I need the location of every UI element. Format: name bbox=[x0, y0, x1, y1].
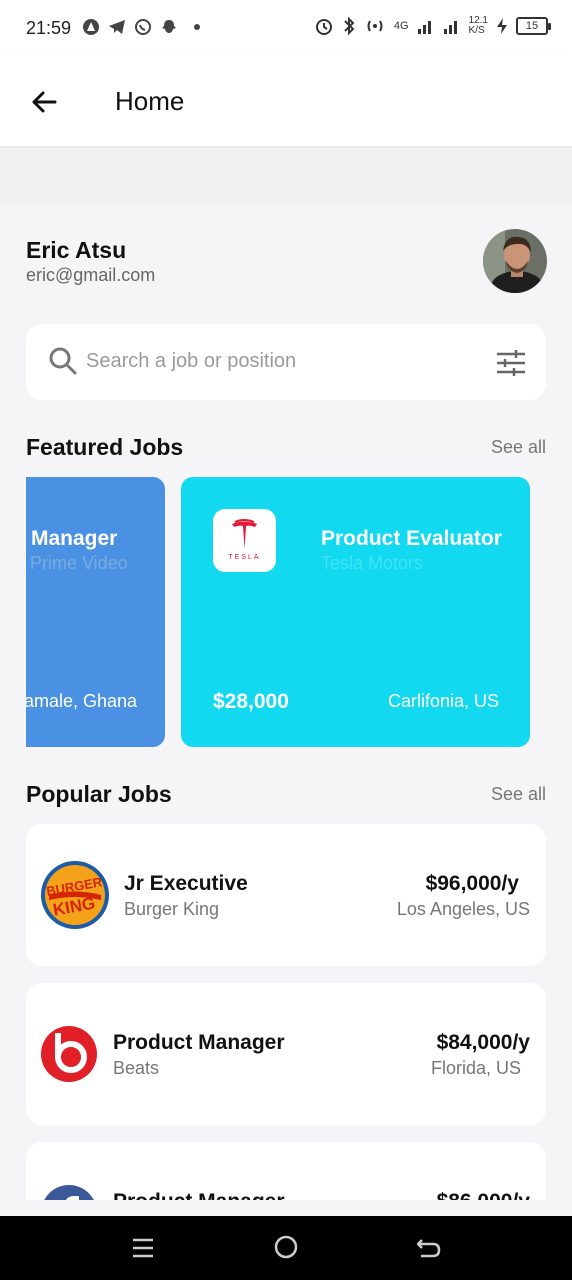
popular-see-all-link[interactable]: See all bbox=[491, 784, 546, 805]
network-speed: 12.1 K/S bbox=[469, 16, 488, 36]
hotspot-icon bbox=[367, 20, 383, 32]
whatsapp-icon bbox=[135, 19, 151, 35]
popular-job-title: Product Manager bbox=[113, 1031, 285, 1054]
facebook-logo bbox=[44, 1185, 94, 1200]
popular-job-card[interactable]: Product Manager $86,000/y bbox=[26, 1142, 546, 1200]
featured-job-card[interactable]: Manager Prime Video amale, Ghana bbox=[26, 477, 165, 747]
network-speed-unit: K/S bbox=[468, 25, 485, 36]
tesla-logo: TESLA bbox=[213, 509, 276, 572]
user-email: eric@gmail.com bbox=[26, 265, 156, 285]
app-notification-icon bbox=[83, 19, 99, 35]
featured-jobs-title: Featured Jobs bbox=[26, 434, 184, 460]
beats-logo bbox=[41, 1026, 97, 1082]
popular-job-company: Beats bbox=[113, 1058, 160, 1078]
system-icons: 4G 12.1 K/S 15 bbox=[314, 16, 551, 36]
recent-apps-icon[interactable] bbox=[132, 1236, 154, 1260]
featured-job-company: Tesla Motors bbox=[321, 553, 424, 573]
back-arrow-icon[interactable] bbox=[28, 86, 60, 118]
back-icon[interactable] bbox=[417, 1236, 441, 1260]
home-icon[interactable] bbox=[274, 1235, 298, 1259]
header-band bbox=[0, 148, 572, 204]
popular-job-location: Los Angeles, US bbox=[396, 899, 530, 919]
featured-see-all-link[interactable]: See all bbox=[491, 437, 546, 458]
notification-icons bbox=[82, 18, 200, 36]
search-bar[interactable]: Search a job or position bbox=[26, 324, 546, 400]
avatar[interactable] bbox=[483, 229, 547, 293]
featured-job-card[interactable]: TESLA Product Evaluator Tesla Motors $28… bbox=[181, 477, 530, 747]
popular-job-company: Burger King bbox=[124, 899, 220, 919]
featured-job-location: Carlifonia, US bbox=[387, 691, 499, 711]
app-bar: Home bbox=[0, 56, 572, 146]
featured-job-location: amale, Ghana bbox=[26, 691, 138, 711]
bluetooth-icon bbox=[344, 16, 355, 36]
snapchat-icon bbox=[162, 20, 176, 33]
main-content[interactable]: Eric Atsu eric@gmail.com Search a job or… bbox=[0, 204, 572, 1200]
network-type-label: 4G bbox=[393, 20, 409, 32]
popular-job-title: Product Manager bbox=[113, 1190, 285, 1200]
search-icon bbox=[49, 347, 77, 375]
popular-job-salary: $86,000/y bbox=[437, 1190, 530, 1200]
status-time: 21:59 bbox=[26, 18, 72, 38]
charging-icon bbox=[497, 18, 507, 34]
signal-icon-2 bbox=[443, 21, 457, 34]
page-title: Home bbox=[115, 86, 185, 116]
battery-indicator: 15 bbox=[516, 17, 551, 35]
avatar-image bbox=[483, 229, 547, 293]
burger-king-logo: BURGER KING bbox=[41, 861, 109, 929]
popular-job-card[interactable]: Product Manager Beats $84,000/y Florida,… bbox=[26, 983, 546, 1125]
search-input[interactable]: Search a job or position bbox=[86, 350, 296, 373]
alarm-icon bbox=[315, 19, 332, 35]
popular-job-card[interactable]: BURGER KING Jr Executive Burger King $96… bbox=[26, 824, 546, 966]
popular-job-salary: $96,000/y bbox=[425, 872, 519, 895]
popular-job-salary: $84,000/y bbox=[436, 1031, 530, 1054]
signal-icon bbox=[417, 21, 431, 34]
more-notifications-dot bbox=[194, 24, 200, 30]
featured-job-company: Prime Video bbox=[30, 553, 128, 573]
popular-job-title: Jr Executive bbox=[124, 872, 248, 895]
tesla-logo-text: TESLA bbox=[228, 554, 260, 561]
status-bar: 21:59 4G 12.1 K/S 15 bbox=[0, 0, 572, 56]
filter-icon[interactable] bbox=[496, 348, 526, 378]
user-name: Eric Atsu bbox=[26, 237, 127, 263]
tesla-logo-icon: TESLA bbox=[228, 519, 260, 561]
popular-job-location: Florida, US bbox=[430, 1058, 521, 1078]
telegram-icon bbox=[109, 20, 125, 34]
system-navigation-bar bbox=[0, 1216, 572, 1280]
featured-job-salary: $28,000 bbox=[213, 690, 289, 713]
featured-job-title: Manager bbox=[31, 527, 118, 550]
popular-jobs-title: Popular Jobs bbox=[26, 781, 172, 807]
featured-job-title: Product Evaluator bbox=[321, 527, 502, 550]
